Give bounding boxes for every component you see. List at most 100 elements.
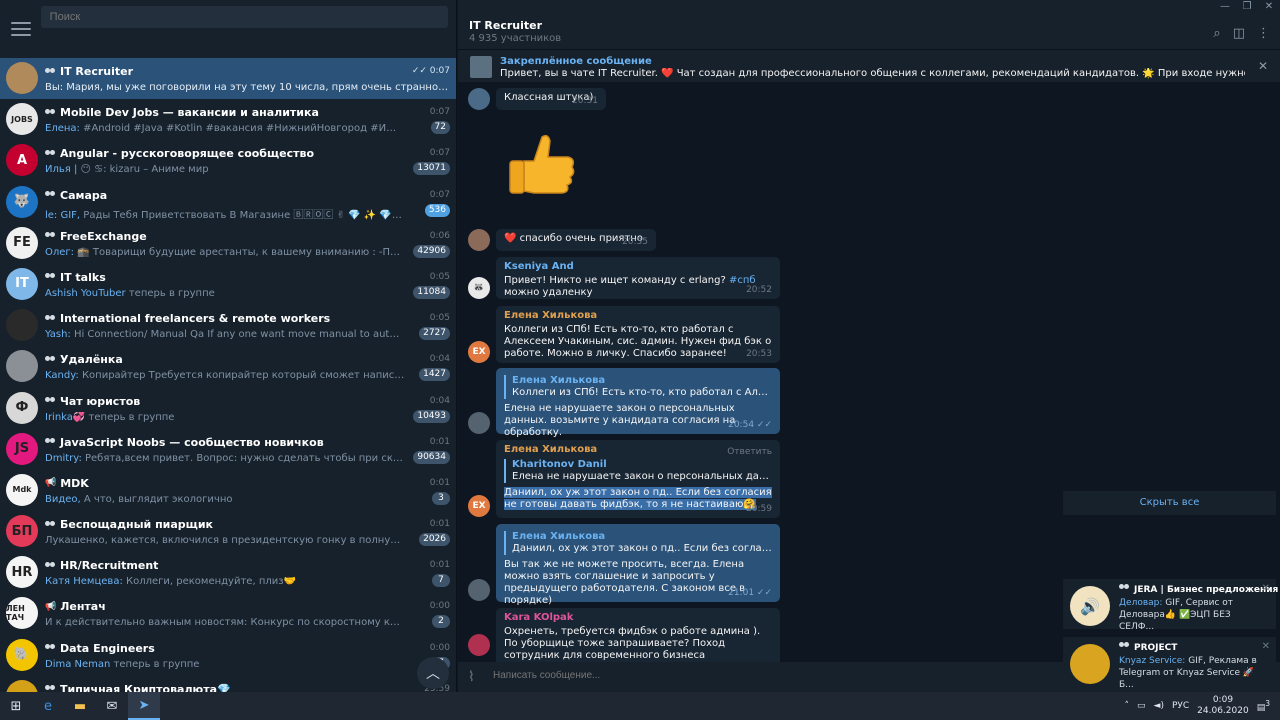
- megaphone-icon: 📢: [45, 478, 57, 489]
- unread-badge: 10493: [413, 409, 450, 423]
- chat-time: 0:06: [429, 230, 450, 241]
- search-input[interactable]: [40, 6, 448, 28]
- chat-header[interactable]: IT Recruiter 4 935 участников ⌕ ◫ ⋮: [458, 0, 1280, 49]
- avatar: JOBS: [6, 103, 38, 136]
- notification[interactable]: 🔊 JERA | Бизнес предложения Деловар: GIF…: [1063, 579, 1278, 632]
- language-indicator[interactable]: РУС: [1172, 701, 1189, 711]
- notification-title: PROJECT: [1119, 642, 1177, 653]
- chat-list-item[interactable]: JOBS Mobile Dev Jobs — вакансии и аналити…: [0, 99, 456, 140]
- unread-badge: 42906: [413, 244, 450, 258]
- chat-title: Самара: [45, 189, 415, 202]
- message-time: 20:35: [622, 237, 648, 247]
- chat-preview: Kandy: Копирайтер Требуется копирайтер к…: [45, 370, 405, 382]
- pinned-thumbnail: [470, 56, 492, 78]
- avatar: JS: [6, 432, 38, 465]
- notification-text: Knyaz Service: GIF, Реклама в Telegram о…: [1119, 656, 1257, 690]
- notifications-icon[interactable]: ▤3: [1257, 699, 1270, 713]
- chat-list-item[interactable]: A Angular - русскоговорящее сообщество 0:0…: [0, 140, 456, 181]
- reply-quote[interactable]: Елена Хилькова Коллеги из СПб! Есть кто-…: [504, 375, 772, 399]
- close-icon[interactable]: ✕: [1258, 0, 1280, 14]
- avatar[interactable]: [468, 634, 490, 656]
- message-bubble[interactable]: Kara KOlpak Охренеть, требуется фидбэк о…: [496, 608, 780, 662]
- avatar[interactable]: ЕХ: [468, 495, 490, 517]
- avatar: Mdk: [6, 473, 38, 506]
- group-icon: [45, 191, 56, 199]
- group-icon: [45, 685, 56, 692]
- chat-list-item[interactable]: International freelancers & remote worke…: [0, 305, 456, 346]
- close-icon[interactable]: ✕: [1262, 583, 1270, 594]
- reply-button[interactable]: Ответить: [727, 446, 772, 458]
- file-explorer-icon[interactable]: ▬: [64, 692, 96, 720]
- chat-title: JavaScript Noobs — сообщество новичков: [45, 436, 415, 449]
- message-bubble[interactable]: Елена Хилькова Ответить Kharitonov Danil…: [496, 440, 780, 518]
- chat-list-item[interactable]: 🐺 Самара 0:07 le: GIF, Рады Тебя Приветство…: [0, 182, 456, 223]
- network-icon[interactable]: ▭: [1137, 701, 1146, 711]
- message-author[interactable]: Kseniya And: [504, 261, 772, 273]
- message-bubble[interactable]: Елена Хилькова Коллеги из СПб! Есть кто-…: [496, 306, 780, 363]
- chat-list-item[interactable]: IT IT talks 0:05 Ashish YouTuber теперь в г…: [0, 264, 456, 305]
- message-bubble[interactable]: Kseniya And Привет! Никто не ищет команд…: [496, 257, 780, 299]
- chat-list-item[interactable]: 🐘 Data Engineers 0:00 Dima Neman теперь в г…: [0, 635, 456, 676]
- megaphone-icon: 📢: [45, 601, 57, 612]
- header-actions: ⌕ ◫ ⋮: [1213, 26, 1270, 41]
- avatar[interactable]: 🦝: [468, 277, 490, 299]
- volume-icon[interactable]: ◄): [1154, 701, 1164, 711]
- sidebar-toggle-icon[interactable]: ◫: [1233, 26, 1245, 41]
- chat-list-item[interactable]: IT Recruiter ✓✓ 0:07 Вы: Мария, мы уже пог…: [0, 58, 456, 100]
- message-time: 20:54 ✓✓: [728, 420, 772, 430]
- message-author[interactable]: Елена Хилькова: [504, 310, 772, 322]
- chat-time: 0:01: [429, 477, 450, 488]
- chat-time: 0:01: [429, 560, 450, 571]
- chat-preview: Елена: #Android #Java #Kotlin #вакансия …: [45, 123, 405, 135]
- avatar[interactable]: ЕХ: [468, 341, 490, 363]
- avatar[interactable]: [468, 88, 490, 110]
- mail-icon[interactable]: ✉: [96, 692, 128, 720]
- hide-all-button[interactable]: Скрыть все: [1063, 491, 1276, 515]
- pinned-message[interactable]: Закреплённое сообщение Привет, вы в чате…: [458, 49, 1280, 82]
- message-text: Охренеть, требуется фидбэк о работе адми…: [504, 626, 761, 661]
- close-icon[interactable]: ✕: [1262, 641, 1270, 652]
- unread-badge: 13071: [413, 162, 450, 176]
- message-bubble[interactable]: Классная штука) 20:31: [496, 88, 606, 110]
- chat-list-item[interactable]: JS JavaScript Noobs — сообщество новичков…: [0, 429, 456, 470]
- attach-icon[interactable]: ⌇: [468, 669, 475, 685]
- avatar[interactable]: [468, 412, 490, 434]
- message-bubble[interactable]: Елена Хилькова Коллеги из СПб! Есть кто-…: [496, 368, 780, 438]
- chat-list-item[interactable]: БП Беспощадный пиарщик 0:01 Лукашенко, каже…: [0, 511, 456, 552]
- chat-list-item[interactable]: HR HR/Recruitment 0:01 Катя Немцева: Коллег…: [0, 552, 456, 593]
- group-icon: [45, 355, 56, 364]
- windows-start-icon[interactable]: ⊞: [0, 692, 32, 720]
- reply-quote[interactable]: Kharitonov Danil Елена не нарушаете зако…: [504, 459, 772, 483]
- scroll-up-button[interactable]: ︿: [417, 657, 449, 689]
- more-icon[interactable]: ⋮: [1257, 26, 1270, 41]
- close-icon[interactable]: ✕: [1258, 59, 1268, 73]
- clock[interactable]: 0:09 24.06.2020: [1197, 695, 1249, 717]
- search-icon[interactable]: ⌕: [1213, 26, 1220, 41]
- menu-icon[interactable]: [11, 22, 31, 36]
- notification-title: JERA | Бизнес предложения: [1119, 584, 1278, 595]
- edge-icon[interactable]: e: [32, 692, 64, 720]
- chat-time: 0:01: [429, 519, 450, 530]
- reply-quote[interactable]: Елена Хилькова Даниил, ох уж этот закон …: [504, 531, 772, 555]
- avatar[interactable]: [468, 229, 490, 251]
- telegram-icon[interactable]: ➤: [128, 692, 160, 720]
- notification[interactable]: PROJECT Knyaz Service: GIF, Реклама в Te…: [1063, 637, 1276, 690]
- minimize-icon[interactable]: —: [1214, 0, 1236, 14]
- chat-list-item[interactable]: Удалёнка 0:04 Kandy: Копирайтер Требуется …: [0, 346, 456, 387]
- chat-list-item[interactable]: Типичная Криптовалюта💎23:59: [0, 676, 456, 692]
- chevron-up-icon[interactable]: ˄: [1125, 701, 1130, 711]
- message-author[interactable]: Kara KOlpak: [504, 612, 772, 624]
- chat-list-item[interactable]: Mdk 📢 MDK 0:01 Видео, А что, выглядит эколог…: [0, 470, 456, 511]
- chat-time: 0:01: [429, 436, 450, 447]
- chat-list: IT Recruiter ✓✓ 0:07 Вы: Мария, мы уже пог…: [0, 58, 456, 692]
- avatar[interactable]: [468, 579, 490, 601]
- chat-list-item[interactable]: Ф Чат юристов 0:04 Irinka💞 теперь в группе 1…: [0, 388, 456, 429]
- maximize-icon[interactable]: ❐: [1236, 0, 1258, 14]
- message-bubble[interactable]: ❤️ спасибо очень приятно 20:35: [496, 229, 656, 251]
- chat-list-item[interactable]: FE FreeExchange 0:06 Олег: 🕋 Товарищи будущ…: [0, 223, 456, 264]
- chat-title[interactable]: IT Recruiter: [469, 19, 542, 32]
- avatar: [6, 309, 38, 342]
- thumbs-up-sticker[interactable]: [502, 125, 582, 205]
- message-bubble[interactable]: Елена Хилькова Даниил, ох уж этот закон …: [496, 524, 780, 606]
- chat-list-item[interactable]: ЛЕН ТАЧ 📢 Лентач 0:00 И к действительно важн…: [0, 593, 456, 634]
